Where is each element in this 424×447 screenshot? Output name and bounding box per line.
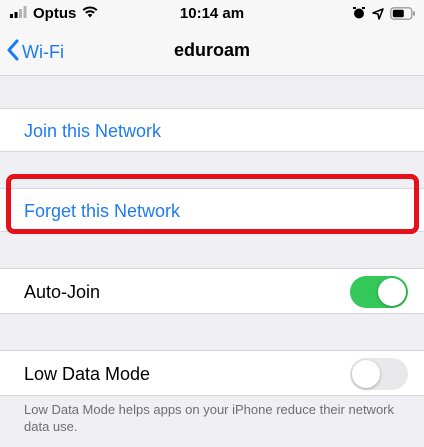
low-data-mode-footnote: Low Data Mode helps apps on your iPhone … [24, 402, 394, 434]
low-data-mode-toggle[interactable] [350, 358, 408, 390]
auto-join-label: Auto-Join [24, 282, 101, 302]
status-right [352, 6, 416, 25]
low-data-mode-row: Low Data Mode [0, 350, 424, 396]
join-network-label: Join this Network [24, 121, 162, 141]
auto-join-row: Auto-Join [0, 268, 424, 314]
auto-join-toggle[interactable] [350, 276, 408, 308]
toggle-knob [378, 278, 406, 306]
status-bar: Optus 10:14 am [0, 0, 424, 28]
battery-icon [390, 6, 416, 25]
section-spacer [0, 76, 424, 108]
alarm-icon [352, 6, 366, 25]
forget-network-label: Forget this Network [24, 201, 181, 221]
low-data-mode-label: Low Data Mode [24, 364, 151, 384]
toggle-knob [352, 360, 380, 388]
location-icon [372, 7, 384, 25]
page-title: eduroam [173, 40, 251, 60]
navigation-bar: Wi-Fi eduroam [0, 28, 424, 76]
join-network-row[interactable]: Join this Network [0, 108, 424, 152]
forget-network-row[interactable]: Forget this Network [0, 188, 424, 232]
